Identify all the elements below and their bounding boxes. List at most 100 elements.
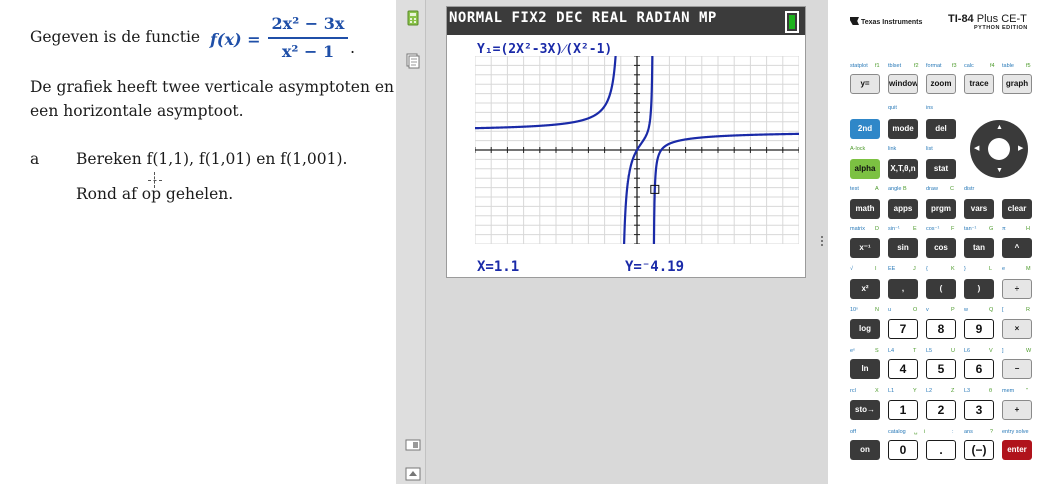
key-y[interactable]: y= [850, 74, 880, 94]
label-f3: f3 [952, 63, 957, 69]
key-k5[interactable]: 5 [926, 359, 956, 379]
label-r7-4: L5 [926, 348, 933, 354]
key-vars[interactable]: vars [964, 199, 994, 219]
key-xt[interactable]: X,T,θ,n [888, 159, 918, 179]
label-r4-8: π [1002, 226, 1006, 232]
crosshair-cursor-icon [148, 172, 162, 188]
key-pow[interactable]: ^ [1002, 238, 1032, 258]
key-rp[interactable]: ) [964, 279, 994, 299]
key-cos[interactable]: cos [926, 238, 956, 258]
key-second[interactable]: 2nd [850, 119, 880, 139]
formula-denominator: x² − 1 [281, 41, 335, 61]
label-r8-0: rcl [850, 388, 856, 394]
label-r9-0: off [850, 429, 857, 435]
key-comma[interactable]: , [888, 279, 918, 299]
layout-icon[interactable] [405, 437, 421, 453]
key-log[interactable]: log [850, 319, 880, 339]
fraction-bar [268, 37, 348, 39]
label-r8-5: Z [951, 388, 955, 394]
brand-logo: Texas Instruments [850, 17, 922, 26]
arrow-right-icon[interactable]: ▶ [1018, 145, 1023, 152]
label-r8-4: L2 [926, 388, 933, 394]
key-k7[interactable]: 7 [888, 319, 918, 339]
label-r5-9: M [1026, 266, 1031, 272]
key-zoom[interactable]: zoom [926, 74, 956, 94]
key-graph[interactable]: graph [1002, 74, 1032, 94]
resize-handle[interactable] [820, 236, 824, 250]
key-enter[interactable]: enter [1002, 440, 1032, 460]
label-r8-1: X [875, 388, 879, 394]
label-r7-9: W [1026, 348, 1032, 354]
key-stat[interactable]: stat [926, 159, 956, 179]
key-math[interactable]: math [850, 199, 880, 219]
ti-logo-icon [850, 17, 859, 25]
label-r3-2: angle [888, 186, 902, 192]
label-r6-0: 10ˣ [850, 307, 858, 313]
key-k0[interactable]: 0 [888, 440, 918, 460]
key-alpha[interactable]: alpha [850, 159, 880, 179]
label-r5-7: L [989, 266, 993, 272]
key-on[interactable]: on [850, 440, 880, 460]
battery-icon [785, 11, 799, 33]
label-r9-4: : [952, 429, 954, 435]
function-graph[interactable] [475, 56, 799, 244]
key-k2[interactable]: 2 [926, 400, 956, 420]
key-k6[interactable]: 6 [964, 359, 994, 379]
label-alock: A-lock [850, 146, 866, 152]
label-r6-2: u [888, 307, 892, 313]
label-r9-3: i [924, 429, 926, 435]
key-div[interactable]: ÷ [1002, 279, 1032, 299]
key-del[interactable]: del [926, 119, 956, 139]
label-r6-6: w [964, 307, 968, 313]
label-table: table [1002, 63, 1014, 69]
key-dot[interactable]: . [926, 440, 956, 460]
key-apps[interactable]: apps [888, 199, 918, 219]
key-k4[interactable]: 4 [888, 359, 918, 379]
key-sub[interactable]: − [1002, 359, 1032, 379]
key-inv[interactable]: x⁻¹ [850, 238, 880, 258]
key-tan[interactable]: tan [964, 238, 994, 258]
arrow-pad-center [988, 138, 1010, 160]
calculator-icon[interactable] [405, 10, 421, 26]
arrow-pad[interactable]: ▲ ▼ ◀ ▶ [970, 120, 1028, 178]
key-lp[interactable]: ( [926, 279, 956, 299]
label-r7-2: L4 [888, 348, 895, 354]
label-tblset: tblset [888, 63, 902, 69]
key-trace[interactable]: trace [964, 74, 994, 94]
label-f1: f1 [875, 63, 880, 69]
label-r7-8: ] [1002, 348, 1004, 354]
label-r5-4: { [926, 266, 928, 272]
label-r8-8: mem [1002, 388, 1015, 394]
key-sin[interactable]: sin [888, 238, 918, 258]
key-clear[interactable]: clear [1002, 199, 1032, 219]
key-ln[interactable]: ln [850, 359, 880, 379]
key-add[interactable]: + [1002, 400, 1032, 420]
key-k1[interactable]: 1 [888, 400, 918, 420]
key-prgm[interactable]: prgm [926, 199, 956, 219]
label-r6-8: [ [1002, 307, 1004, 313]
label-r8-6: L3 [964, 388, 971, 394]
key-mul[interactable]: × [1002, 319, 1032, 339]
question-line-1: Bereken f(1,1), f(1,01) en f(1,001). [76, 150, 348, 168]
key-k9[interactable]: 9 [964, 319, 994, 339]
label-r7-1: S [875, 348, 879, 354]
key-sto[interactable]: sto→ [850, 400, 880, 420]
arrow-down-icon[interactable]: ▼ [996, 167, 1003, 174]
key-k8[interactable]: 8 [926, 319, 956, 339]
question-letter: a [30, 150, 40, 168]
key-sq[interactable]: x² [850, 279, 880, 299]
scroll-up-icon[interactable] [405, 466, 421, 482]
equation-label: Y₁=(2X²-3X)⁄(X²-1) [477, 42, 613, 57]
label-r9-1: catalog [888, 429, 906, 435]
key-window[interactable]: window [888, 74, 918, 94]
document-icon[interactable] [405, 53, 421, 69]
key-k3[interactable]: 3 [964, 400, 994, 420]
arrow-left-icon[interactable]: ◀ [974, 145, 979, 152]
arrow-up-icon[interactable]: ▲ [996, 124, 1003, 131]
key-neg[interactable]: (−) [964, 440, 994, 460]
label-r3-4: draw [926, 186, 938, 192]
key-mode[interactable]: mode [888, 119, 918, 139]
label-ins: ins [926, 105, 934, 111]
label-r4-2: sin⁻¹ [888, 226, 900, 232]
label-r7-6: L6 [964, 348, 971, 354]
